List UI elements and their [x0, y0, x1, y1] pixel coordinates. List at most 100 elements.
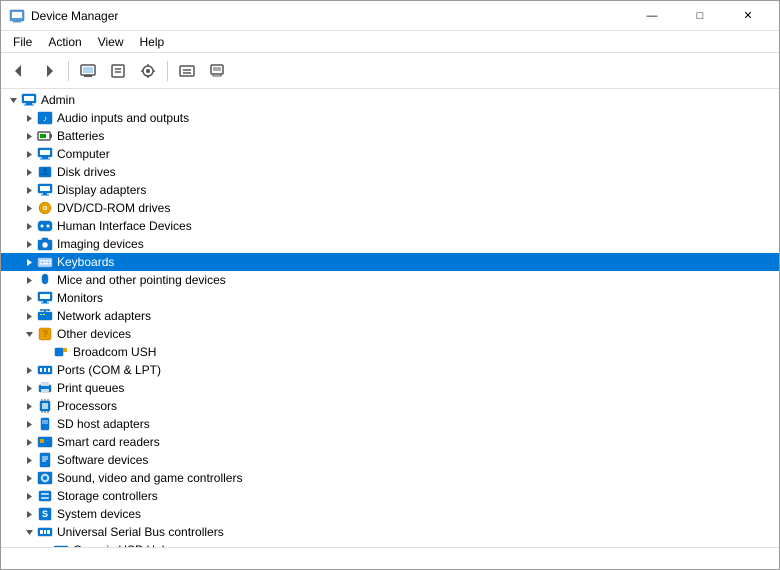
tree-label-hid: Human Interface Devices	[57, 219, 192, 233]
tree-label-monitors: Monitors	[57, 291, 103, 305]
tree-label-admin: Admin	[41, 93, 75, 107]
expander-diskdrives[interactable]	[21, 164, 37, 180]
tree-item-computer[interactable]: Computer	[1, 145, 779, 163]
expander-audio[interactable]	[21, 110, 37, 126]
maximize-button[interactable]: □	[677, 2, 723, 30]
status-bar	[1, 547, 779, 569]
tree-label-sdhost: SD host adapters	[57, 417, 150, 431]
expander-dvd[interactable]	[21, 200, 37, 216]
device-icon-printqueues	[37, 380, 53, 396]
expander-usb[interactable]	[21, 524, 37, 540]
toolbar	[1, 53, 779, 89]
tree-item-usbhub[interactable]: Generic USB Hub	[1, 541, 779, 547]
tree-label-system: System devices	[57, 507, 141, 521]
tree-item-admin[interactable]: Admin	[1, 91, 779, 109]
device-icon-mice	[37, 272, 53, 288]
device-icon-computer	[37, 146, 53, 162]
tree-item-broadcom[interactable]: Broadcom USH	[1, 343, 779, 361]
tree-item-system[interactable]: SSystem devices	[1, 505, 779, 523]
tree-item-other[interactable]: ?Other devices	[1, 325, 779, 343]
expander-system[interactable]	[21, 506, 37, 522]
tree-item-ports[interactable]: Ports (COM & LPT)	[1, 361, 779, 379]
device-manager-window: Device Manager ― □ ✕ File Action View He…	[0, 0, 780, 570]
update-driver-button[interactable]	[173, 57, 201, 85]
menu-action[interactable]: Action	[40, 33, 89, 51]
expander-other[interactable]	[21, 326, 37, 342]
expander-display[interactable]	[21, 182, 37, 198]
scan-hardware-button[interactable]	[134, 57, 162, 85]
expander-batteries[interactable]	[21, 128, 37, 144]
tree-item-keyboards[interactable]: Keyboards	[1, 253, 779, 271]
show-hidden-button[interactable]	[74, 57, 102, 85]
tree-label-usbhub: Generic USB Hub	[73, 543, 168, 547]
expander-sdhost[interactable]	[21, 416, 37, 432]
tree-label-mice: Mice and other pointing devices	[57, 273, 226, 287]
expander-smartcard[interactable]	[21, 434, 37, 450]
device-icon-storage	[37, 488, 53, 504]
tree-label-keyboards: Keyboards	[57, 255, 114, 269]
expander-hid[interactable]	[21, 218, 37, 234]
tree-item-printqueues[interactable]: Print queues	[1, 379, 779, 397]
expander-sound[interactable]	[21, 470, 37, 486]
device-icon-audio: ♪	[37, 110, 53, 126]
expander-keyboards[interactable]	[21, 254, 37, 270]
close-button[interactable]: ✕	[725, 2, 771, 30]
tree-item-monitors[interactable]: Monitors	[1, 289, 779, 307]
menu-view[interactable]: View	[90, 33, 132, 51]
tree-item-imaging[interactable]: Imaging devices	[1, 235, 779, 253]
window-controls: ― □ ✕	[629, 2, 771, 30]
tree-item-sound[interactable]: Sound, video and game controllers	[1, 469, 779, 487]
tree-item-diskdrives[interactable]: Disk drives	[1, 163, 779, 181]
tree-label-processors: Processors	[57, 399, 117, 413]
expander-printqueues[interactable]	[21, 380, 37, 396]
properties-button[interactable]	[104, 57, 132, 85]
expander-mice[interactable]	[21, 272, 37, 288]
tree-item-dvd[interactable]: DVD/CD-ROM drives	[1, 199, 779, 217]
tree-item-sdhost[interactable]: SD host adapters	[1, 415, 779, 433]
title-bar: Device Manager ― □ ✕	[1, 1, 779, 31]
window-icon	[9, 8, 25, 24]
expander-software[interactable]	[21, 452, 37, 468]
tree-label-computer: Computer	[57, 147, 110, 161]
uninstall-button[interactable]	[203, 57, 231, 85]
tree-item-storage[interactable]: Storage controllers	[1, 487, 779, 505]
tree-item-smartcard[interactable]: Smart card readers	[1, 433, 779, 451]
tree-item-display[interactable]: Display adapters	[1, 181, 779, 199]
window-title: Device Manager	[31, 9, 629, 23]
expander-processors[interactable]	[21, 398, 37, 414]
tree-label-audio: Audio inputs and outputs	[57, 111, 189, 125]
toolbar-sep-2	[167, 61, 168, 81]
expander-admin[interactable]	[5, 92, 21, 108]
minimize-button[interactable]: ―	[629, 2, 675, 30]
tree-item-hid[interactable]: Human Interface Devices	[1, 217, 779, 235]
expander-storage[interactable]	[21, 488, 37, 504]
tree-item-audio[interactable]: ♪ Audio inputs and outputs	[1, 109, 779, 127]
device-tree: Admin ♪ Audio inputs and outputs Batteries C…	[1, 89, 779, 547]
tree-item-batteries[interactable]: Batteries	[1, 127, 779, 145]
tree-item-usb[interactable]: Universal Serial Bus controllers	[1, 523, 779, 541]
expander-network[interactable]	[21, 308, 37, 324]
tree-item-software[interactable]: Software devices	[1, 451, 779, 469]
device-icon-hid	[37, 218, 53, 234]
tree-item-network[interactable]: Network adapters	[1, 307, 779, 325]
device-icon-keyboards	[37, 254, 53, 270]
expander-computer[interactable]	[21, 146, 37, 162]
menu-help[interactable]: Help	[132, 33, 173, 51]
tree-item-processors[interactable]: Processors	[1, 397, 779, 415]
device-icon-imaging	[37, 236, 53, 252]
expander-ports[interactable]	[21, 362, 37, 378]
device-icon-batteries	[37, 128, 53, 144]
tree-label-diskdrives: Disk drives	[57, 165, 116, 179]
back-button[interactable]	[5, 57, 33, 85]
menu-file[interactable]: File	[5, 33, 40, 51]
device-icon-monitors	[37, 290, 53, 306]
device-icon-sdhost	[37, 416, 53, 432]
expander-monitors[interactable]	[21, 290, 37, 306]
tree-label-smartcard: Smart card readers	[57, 435, 160, 449]
tree-item-mice[interactable]: Mice and other pointing devices	[1, 271, 779, 289]
expander-imaging[interactable]	[21, 236, 37, 252]
forward-button[interactable]	[35, 57, 63, 85]
tree-label-usb: Universal Serial Bus controllers	[57, 525, 224, 539]
tree-label-ports: Ports (COM & LPT)	[57, 363, 161, 377]
device-icon-sound	[37, 470, 53, 486]
